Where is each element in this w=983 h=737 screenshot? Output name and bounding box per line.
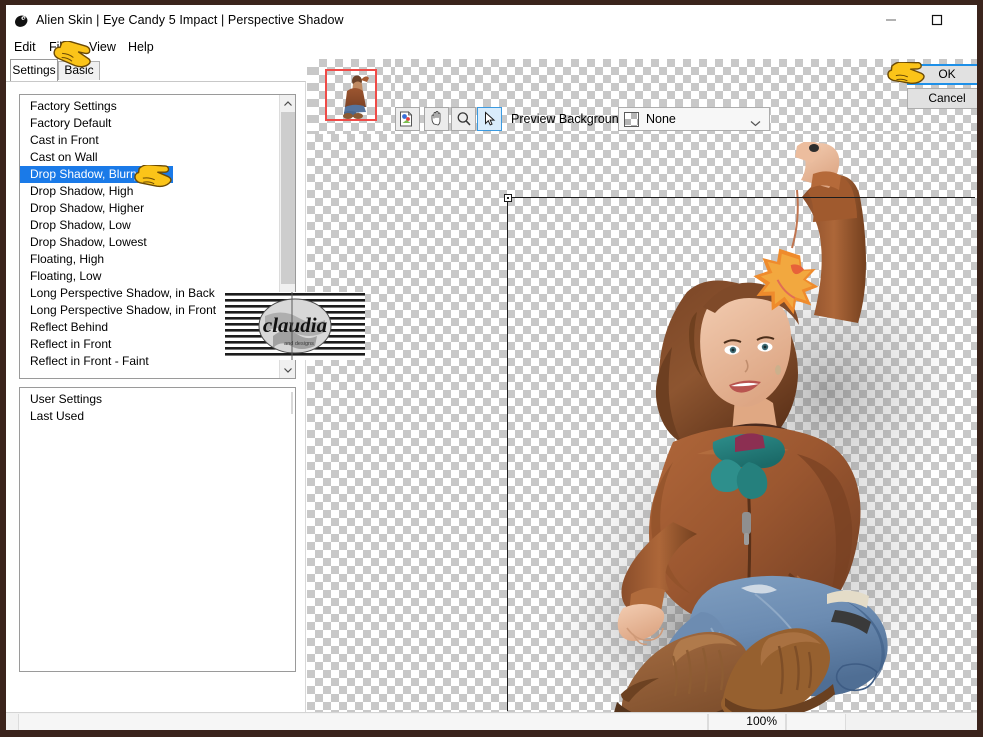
user-settings-list[interactable]: User Settings Last Used: [19, 387, 296, 672]
window-title: Alien Skin | Eye Candy 5 Impact | Perspe…: [36, 13, 344, 27]
cancel-button[interactable]: Cancel: [907, 88, 977, 109]
minimize-button[interactable]: [868, 5, 914, 35]
list-item[interactable]: Cast on Wall: [20, 149, 295, 166]
list-item[interactable]: Floating, Low: [20, 268, 295, 285]
pan-hand-button[interactable]: [424, 107, 449, 131]
status-message-pane: [18, 714, 708, 730]
navigator-thumbnail[interactable]: [311, 59, 392, 134]
chevron-down-icon: [284, 367, 292, 373]
preview-background-dropdown[interactable]: None: [618, 107, 770, 131]
list-item-selected[interactable]: Drop Shadow, Blurry: [20, 166, 173, 183]
preview-canvas[interactable]: [307, 134, 977, 712]
zoom-magnifier-button[interactable]: [451, 107, 476, 131]
alien-drop-icon: [13, 12, 30, 29]
tab-settings[interactable]: Settings: [10, 59, 58, 81]
ok-button[interactable]: OK: [907, 64, 977, 85]
tab-strip: Settings Basic: [6, 59, 306, 82]
list-item[interactable]: Last Used: [20, 408, 295, 425]
user-settings-list-items: User Settings Last Used: [20, 388, 295, 671]
select-arrow-icon: [484, 111, 495, 126]
menu-item-help[interactable]: Help: [124, 38, 158, 56]
scroll-down-button[interactable]: [280, 361, 295, 378]
scroll-thumb[interactable]: [281, 112, 295, 284]
list-item[interactable]: Long Perspective Shadow, in Back: [20, 285, 295, 302]
preview-background-label: Preview Background:: [511, 112, 630, 126]
title-bar: Alien Skin | Eye Candy 5 Impact | Perspe…: [6, 5, 977, 36]
close-button[interactable]: [960, 5, 983, 35]
menu-item-filter[interactable]: Filter: [45, 38, 81, 56]
tab-basic[interactable]: Basic: [58, 61, 100, 80]
preview-area: Preview Background: None OK Cancel: [307, 59, 977, 712]
preview-toolbar: Preview Background: None OK Cancel: [307, 59, 977, 134]
menu-item-view[interactable]: View: [85, 38, 120, 56]
preview-image: [497, 142, 977, 712]
chevron-up-icon: [284, 100, 292, 106]
list-item[interactable]: Drop Shadow, High: [20, 183, 295, 200]
menu-item-edit[interactable]: Edit: [10, 38, 40, 56]
maximize-button[interactable]: [914, 5, 960, 35]
list-item[interactable]: Drop Shadow, Lowest: [20, 234, 295, 251]
select-arrow-button[interactable]: [477, 107, 502, 131]
list-item[interactable]: Drop Shadow, Higher: [20, 200, 295, 217]
settings-panel: Factory Settings Factory Default Cast in…: [6, 81, 306, 712]
preview-background-value: None: [646, 112, 676, 126]
factory-list-scrollbar[interactable]: [279, 95, 295, 378]
transparent-checker-swatch: [624, 112, 639, 127]
window-client-area: Alien Skin | Eye Candy 5 Impact | Perspe…: [6, 5, 977, 730]
maximize-icon: [931, 14, 943, 26]
status-bar: 100%: [6, 712, 977, 730]
list-item[interactable]: Drop Shadow, Low: [20, 217, 295, 234]
tab-basic-label: Basic: [64, 63, 94, 77]
chevron-down-icon: [750, 116, 761, 130]
list-item[interactable]: Floating, High: [20, 251, 295, 268]
list-item[interactable]: Reflect in Front - Faint: [20, 353, 295, 370]
close-icon: [977, 14, 983, 27]
status-tail-pane: [786, 714, 846, 730]
factory-settings-list[interactable]: Factory Settings Factory Default Cast in…: [19, 94, 296, 379]
zoom-magnifier-icon: [457, 112, 471, 126]
minimize-icon: [886, 19, 896, 21]
factory-settings-list-items: Factory Settings Factory Default Cast in…: [20, 95, 295, 378]
list-item[interactable]: Factory Default: [20, 115, 295, 132]
list-item[interactable]: Reflect Behind: [20, 319, 295, 336]
scroll-up-button[interactable]: [280, 95, 295, 112]
user-list-scrollbar[interactable]: [291, 392, 293, 414]
pan-hand-icon: [431, 111, 440, 126]
list-item[interactable]: User Settings: [20, 391, 295, 408]
list-item[interactable]: Reflect in Front: [20, 336, 295, 353]
zoom-level: 100%: [708, 714, 786, 730]
list-item[interactable]: Factory Settings: [20, 98, 295, 115]
application-window: Alien Skin | Eye Candy 5 Impact | Perspe…: [0, 0, 983, 737]
list-item[interactable]: Long Perspective Shadow, in Front: [20, 302, 295, 319]
list-item[interactable]: Cast in Front: [20, 132, 295, 149]
before-after-icon-button[interactable]: [395, 107, 420, 131]
menu-bar: Edit Filter View Help: [6, 38, 977, 58]
navigator-view-frame[interactable]: [325, 69, 377, 121]
tab-settings-label: Settings: [12, 63, 56, 77]
before-after-icon: [399, 111, 412, 127]
